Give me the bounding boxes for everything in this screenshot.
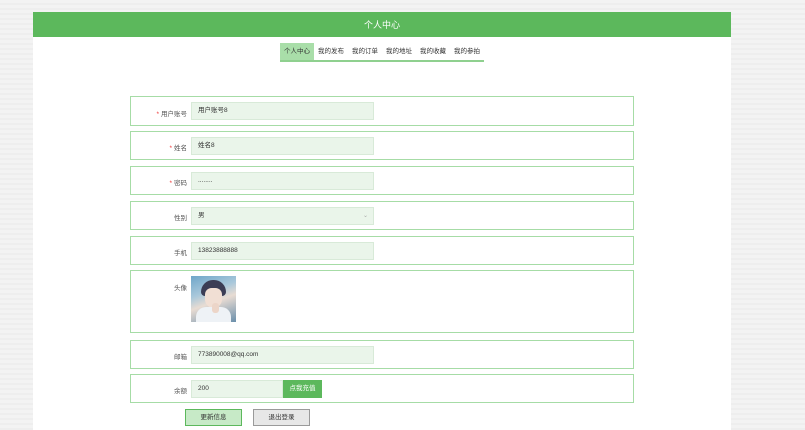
tab-my-bids[interactable]: 我的参拍	[450, 43, 484, 60]
form-row-gender: 性别 男 ⌄	[130, 201, 634, 230]
avatar-image[interactable]	[191, 276, 236, 322]
name-label: * 姓名	[169, 145, 187, 152]
page-title: 个人中心	[363, 20, 400, 30]
page-header: 个人中心	[33, 12, 731, 37]
balance-field[interactable]: 200	[191, 380, 283, 398]
password-field[interactable]: ........	[191, 172, 374, 190]
user-center-panel: 个人中心 个人中心 我的发布 我的订单 我的地址 我的收藏 我的参拍 * 用户账号…	[33, 12, 731, 430]
gender-select[interactable]: 男 ⌄	[191, 207, 374, 225]
form-row-avatar: 头像	[130, 270, 634, 333]
avatar-label: 头像	[174, 285, 187, 292]
logout-button[interactable]: 退出登录	[253, 409, 310, 426]
tab-my-favorites[interactable]: 我的收藏	[416, 43, 450, 60]
name-field[interactable]: 姓名8	[191, 137, 374, 155]
gender-label: 性别	[174, 215, 187, 222]
email-field[interactable]: 773890008@qq.com	[191, 346, 374, 364]
tab-my-orders[interactable]: 我的订单	[348, 43, 382, 60]
update-info-button[interactable]: 更新信息	[185, 409, 242, 426]
email-label: 邮箱	[174, 354, 187, 361]
form-row-name: * 姓名 姓名8	[130, 131, 634, 160]
phone-label: 手机	[174, 250, 187, 257]
balance-label: 余额	[174, 388, 187, 395]
recharge-button[interactable]: 点我充值	[283, 380, 322, 398]
tab-bar: 个人中心 我的发布 我的订单 我的地址 我的收藏 我的参拍	[33, 43, 731, 62]
form-row-balance: 余额 200 点我充值	[130, 374, 634, 403]
tab-my-posts[interactable]: 我的发布	[314, 43, 348, 60]
gender-value: 男	[198, 212, 205, 219]
chevron-down-icon: ⌄	[362, 213, 368, 219]
form-row-account: * 用户账号 用户账号8	[130, 96, 634, 126]
password-label: * 密码	[169, 180, 187, 187]
form-row-password: * 密码 ........	[130, 166, 634, 195]
phone-field[interactable]: 13823888888	[191, 242, 374, 260]
form-row-phone: 手机 13823888888	[130, 236, 634, 265]
tab-my-addresses[interactable]: 我的地址	[382, 43, 416, 60]
tab-personal-center[interactable]: 个人中心	[280, 43, 314, 60]
account-label: * 用户账号	[156, 111, 187, 118]
form-row-email: 邮箱 773890008@qq.com	[130, 340, 634, 369]
account-field[interactable]: 用户账号8	[191, 102, 374, 120]
